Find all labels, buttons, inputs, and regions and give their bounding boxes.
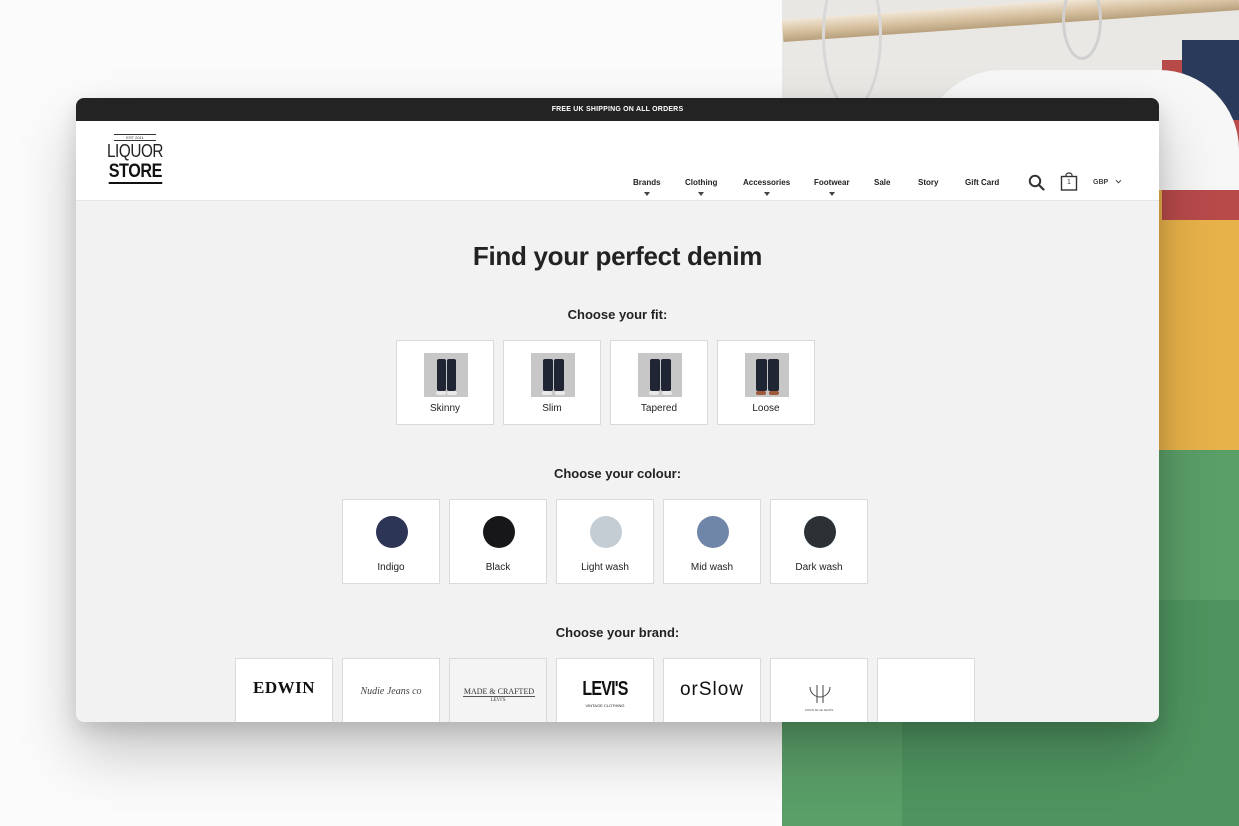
colour-swatch [376, 516, 408, 548]
chevron-down-icon [1115, 177, 1122, 184]
brand-option-japan-blue[interactable]: JAPAN BLUE JEANS [770, 658, 868, 722]
nav-label: Footwear [814, 178, 850, 187]
colour-swatch [697, 516, 729, 548]
brand-option-levis-vintage[interactable]: LEVI'S VINTAGE CLOTHING [556, 658, 654, 722]
fit-label: Tapered [640, 403, 678, 414]
brand-logo-sub: LEVI'S [490, 698, 506, 703]
fit-option-skinny[interactable]: Skinny [396, 340, 494, 425]
cart-count: 1 [1067, 179, 1071, 186]
colour-option-black[interactable]: Black [449, 499, 547, 584]
caret-down-icon [643, 192, 650, 196]
nav-label: Accessories [743, 178, 791, 187]
fit-label: Slim [542, 403, 562, 414]
brand-heading: Choose your brand: [555, 625, 680, 640]
fit-option-slim[interactable]: Slim [503, 340, 601, 425]
announcement-bar: FREE UK SHIPPING ON ALL ORDERS [76, 98, 1159, 121]
jbj-emblem-icon [806, 683, 834, 707]
fit-label: Skinny [429, 403, 460, 414]
fit-option-tapered[interactable]: Tapered [610, 340, 708, 425]
brand-option-orslow[interactable]: orSlow [663, 658, 761, 722]
announcement-text: FREE UK SHIPPING ON ALL ORDERS [551, 106, 684, 113]
colour-label: Light wash [581, 562, 629, 573]
brand-logo-levis: LEVI'S [582, 678, 628, 700]
colour-option-mid-wash[interactable]: Mid wash [663, 499, 761, 584]
nav-label: Brands [633, 178, 661, 187]
currency-select[interactable]: GBP [1093, 177, 1122, 186]
site-header: EST 2011 LIQUOR STORE Brands Clothing Ac… [76, 121, 1159, 201]
nav-clothing[interactable]: Clothing [685, 178, 717, 196]
page-title: Find your perfect denim [472, 241, 763, 271]
nav-accessories[interactable]: Accessories [743, 178, 790, 196]
cart-icon[interactable]: 1 [1060, 172, 1078, 191]
colour-swatch [804, 516, 836, 548]
nav-brands[interactable]: Brands [633, 178, 661, 196]
fit-option-loose[interactable]: Loose [717, 340, 815, 425]
colour-label: Mid wash [690, 562, 734, 573]
brand-option-edwin[interactable]: EDWIN [235, 658, 333, 722]
caret-down-icon [763, 192, 770, 196]
nav-label: Gift Card [965, 178, 1000, 187]
search-icon[interactable] [1028, 174, 1045, 196]
brand-logo-made-crafted: MADE & CRAFTED [463, 687, 535, 697]
colour-label: Dark wash [795, 562, 843, 573]
brand-option-other[interactable] [877, 658, 975, 722]
store-logo[interactable]: EST 2011 LIQUOR STORE [107, 134, 163, 187]
colour-label: Indigo [377, 562, 405, 573]
colour-swatch [590, 516, 622, 548]
hanger-hook [822, 0, 882, 110]
caret-down-icon [828, 192, 835, 196]
nav-label: Clothing [685, 178, 718, 187]
brand-logo-orslow: orSlow [679, 679, 745, 700]
nav-sale[interactable]: Sale [874, 178, 890, 187]
logo-est: EST 2011 [114, 134, 156, 141]
brand-logo-sub: VINTAGE CLOTHING [585, 703, 625, 708]
brand-logo-sub: JAPAN BLUE JEANS [804, 708, 834, 712]
nav-label: Story [918, 178, 939, 187]
brand-logo-nudie: Nudie Jeans co [360, 686, 422, 697]
nav-footwear[interactable]: Footwear [814, 178, 850, 196]
logo-top-text: LIQUOR [106, 141, 164, 161]
hanger-hook [1062, 0, 1102, 60]
colour-option-dark-wash[interactable]: Dark wash [770, 499, 868, 584]
colour-swatch [483, 516, 515, 548]
fit-photo [745, 353, 789, 397]
colour-label: Black [485, 562, 511, 573]
fit-photo [531, 353, 575, 397]
fit-heading: Choose your fit: [567, 307, 668, 322]
nav-story[interactable]: Story [918, 178, 938, 187]
fit-label: Loose [752, 403, 780, 414]
logo-bottom-text: STORE [108, 161, 162, 184]
nav-label: Sale [874, 178, 891, 187]
currency-value: GBP [1093, 179, 1109, 186]
colour-heading: Choose your colour: [553, 466, 682, 481]
brand-option-nudie[interactable]: Nudie Jeans co [342, 658, 440, 722]
caret-down-icon [698, 192, 705, 196]
brand-logo-edwin: EDWIN [252, 678, 315, 697]
brand-option-made-crafted[interactable]: MADE & CRAFTED LEVI'S [449, 658, 547, 722]
browser-window: FREE UK SHIPPING ON ALL ORDERS EST 2011 … [76, 98, 1159, 722]
nav-gift-card[interactable]: Gift Card [965, 178, 999, 187]
colour-option-indigo[interactable]: Indigo [342, 499, 440, 584]
fit-photo [424, 353, 468, 397]
fit-photo [638, 353, 682, 397]
colour-option-light-wash[interactable]: Light wash [556, 499, 654, 584]
